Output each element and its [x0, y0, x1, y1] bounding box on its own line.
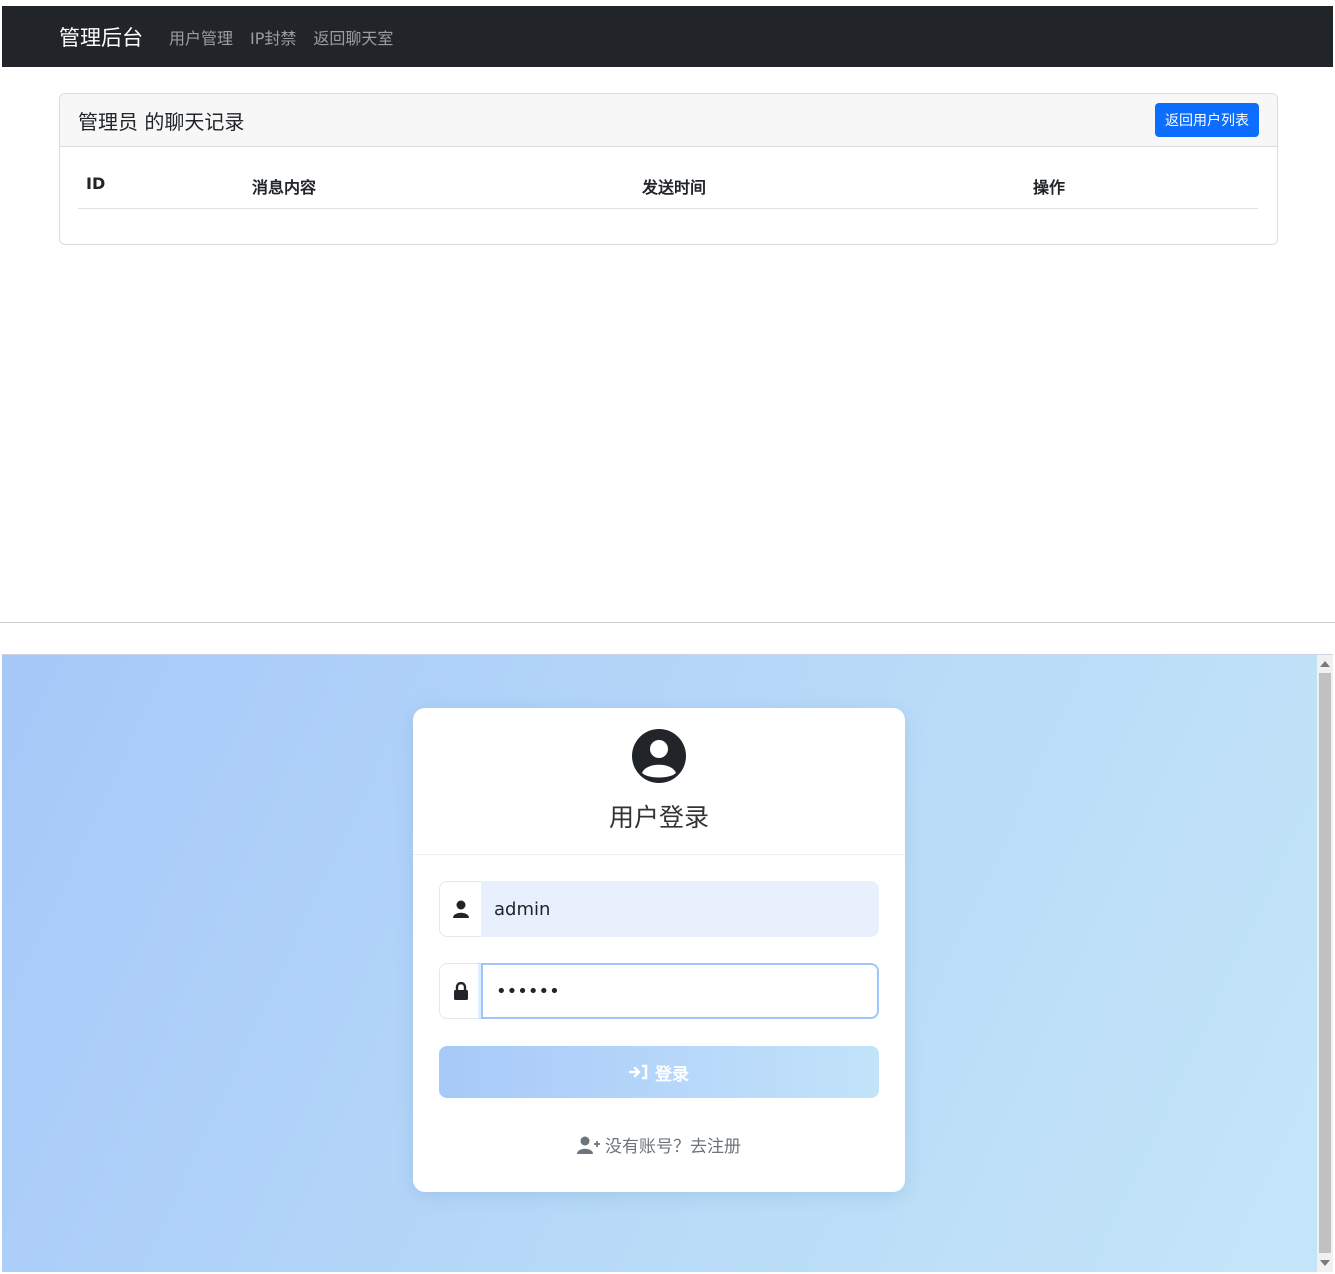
- page-title: 管理员 的聊天记录: [78, 109, 245, 134]
- register-link-label: 没有账号？去注册: [605, 1137, 741, 1157]
- column-header-actions[interactable]: 操作: [1033, 174, 1065, 198]
- login-title: 用户登录: [608, 803, 709, 832]
- vertical-scrollbar[interactable]: [1317, 655, 1333, 1272]
- column-header-time[interactable]: 发送时间: [642, 174, 706, 198]
- username-field[interactable]: [481, 881, 879, 937]
- login-card: 用户登录 登录: [413, 708, 905, 1192]
- login-screen: 用户登录 登录: [2, 654, 1333, 1272]
- username-input-group: [439, 881, 879, 937]
- scrollbar-thumb[interactable]: [1319, 673, 1331, 1253]
- password-input-group: [439, 963, 879, 1019]
- screenshot-divider: [0, 622, 1335, 623]
- login-button-label: 登录: [655, 1064, 689, 1085]
- nav-link-user-management[interactable]: 用户管理: [169, 25, 233, 49]
- password-field[interactable]: [481, 963, 879, 1019]
- chat-records-table: ID 消息内容 发送时间 操作: [78, 166, 1258, 209]
- card-header: 管理员 的聊天记录 返回用户列表: [60, 94, 1277, 147]
- column-header-content[interactable]: 消息内容: [252, 174, 316, 198]
- sign-in-icon: [629, 1064, 648, 1080]
- register-link[interactable]: 没有账号？去注册: [413, 1132, 905, 1157]
- chat-records-card: 管理员 的聊天记录 返回用户列表 ID 消息内容 发送时间 操作: [59, 93, 1278, 245]
- nav-link-back-to-chat[interactable]: 返回聊天室: [313, 25, 393, 49]
- admin-chat-records-screen: 管理后台 用户管理 IP封禁 返回聊天室 管理员 的聊天记录 返回用户列表 ID…: [0, 0, 1335, 622]
- scroll-up-arrow-icon[interactable]: [1320, 661, 1330, 667]
- column-header-id[interactable]: ID: [86, 174, 105, 193]
- top-navbar: 管理后台 用户管理 IP封禁 返回聊天室: [2, 6, 1333, 67]
- user-icon: [439, 881, 481, 937]
- lock-icon: [439, 963, 481, 1019]
- user-plus-icon: [577, 1136, 600, 1154]
- nav-link-ip-ban[interactable]: IP封禁: [250, 25, 296, 49]
- navbar-brand[interactable]: 管理后台: [59, 22, 143, 52]
- scroll-down-arrow-icon[interactable]: [1320, 1260, 1330, 1266]
- user-circle-icon: [632, 729, 686, 783]
- back-to-user-list-button[interactable]: 返回用户列表: [1155, 103, 1259, 137]
- login-card-header: 用户登录: [413, 708, 905, 855]
- login-button[interactable]: 登录: [439, 1046, 879, 1098]
